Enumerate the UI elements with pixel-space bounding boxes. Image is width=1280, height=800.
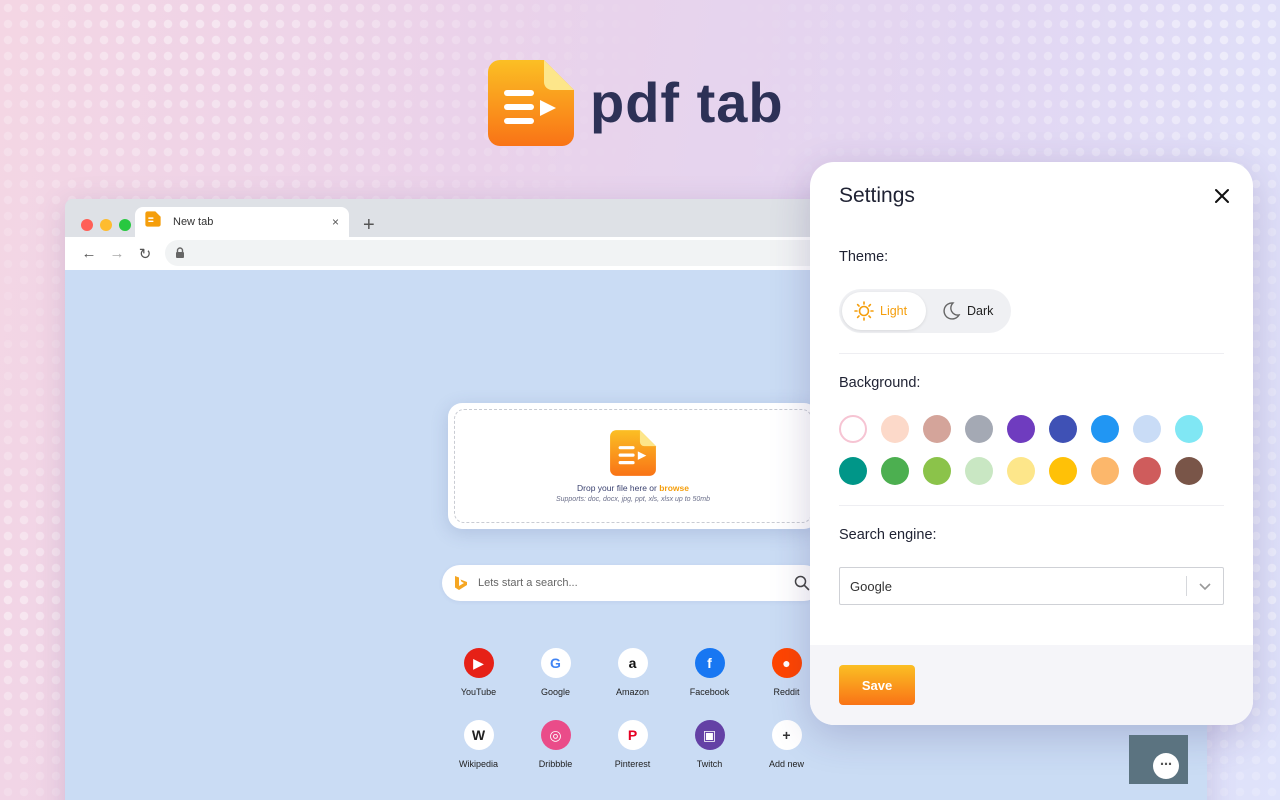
youtube-icon: ▶ xyxy=(463,648,494,678)
background-swatch[interactable] xyxy=(881,415,909,443)
theme-dark-label: Dark xyxy=(967,304,994,318)
settings-title: Settings xyxy=(839,184,915,207)
bing-icon xyxy=(455,576,467,590)
shortcut-label: YouTube xyxy=(460,687,497,697)
facebook-icon: f xyxy=(694,648,725,678)
file-dropzone[interactable]: Drop your file here or browse Supports: … xyxy=(448,403,818,529)
maximize-window-button[interactable] xyxy=(119,219,131,231)
theme-light-option[interactable]: Light xyxy=(842,292,926,330)
shortcut-tile[interactable]: + Add new xyxy=(748,720,825,769)
background-swatch[interactable] xyxy=(839,415,867,443)
close-icon[interactable] xyxy=(1212,186,1232,206)
divider xyxy=(839,505,1224,506)
tab-title: New tab xyxy=(173,216,214,228)
browser-tab[interactable]: New tab × xyxy=(135,207,349,237)
chat-widget[interactable]: ⋯ xyxy=(1129,735,1188,784)
settings-footer: Save xyxy=(810,645,1253,725)
shortcut-label: Amazon xyxy=(615,687,650,697)
search-engine-value: Google xyxy=(850,578,892,594)
shortcut-label: Pinterest xyxy=(614,759,651,769)
minimize-window-button[interactable] xyxy=(100,219,112,231)
plus-icon: + xyxy=(771,720,802,750)
brand-header: pdf tab xyxy=(486,58,784,148)
background-swatch[interactable] xyxy=(839,457,867,485)
background-swatch[interactable] xyxy=(923,457,951,485)
pdf-tab-favicon-icon xyxy=(145,211,161,227)
dropzone-prompt: Drop your file here or browse xyxy=(577,483,689,493)
brand-name: pdf tab xyxy=(590,71,784,134)
search-engine-label: Search engine: xyxy=(839,527,937,543)
dropzone-inner: Drop your file here or browse Supports: … xyxy=(454,409,812,523)
shortcut-tile[interactable]: ◎ Dribbble xyxy=(517,720,594,769)
background-swatch[interactable] xyxy=(923,415,951,443)
pdf-tab-logo-icon xyxy=(610,430,656,476)
background-swatch[interactable] xyxy=(1091,457,1119,485)
back-arrow-icon[interactable]: ← xyxy=(79,245,99,262)
shortcut-tile[interactable]: W Wikipedia xyxy=(440,720,517,769)
theme-toggle: Light Dark xyxy=(839,289,1011,333)
settings-panel: Settings Theme: Light Dark Background: S… xyxy=(810,162,1253,725)
background-swatch[interactable] xyxy=(1175,415,1203,443)
tab-close-icon[interactable]: × xyxy=(332,215,339,229)
shortcut-grid: ▶ YouTube G Google a Amazon f Facebook ● Reddit W W… xyxy=(440,648,825,769)
search-icon[interactable] xyxy=(794,575,810,591)
shortcut-label: Add new xyxy=(768,759,805,769)
background-swatch[interactable] xyxy=(1091,415,1119,443)
search-input[interactable] xyxy=(478,577,794,589)
theme-dark-option[interactable]: Dark xyxy=(941,292,1009,330)
shortcut-label: Google xyxy=(540,687,571,697)
sun-icon xyxy=(854,301,874,321)
background-swatch[interactable] xyxy=(1175,457,1203,485)
shortcut-tile[interactable]: f Facebook xyxy=(671,648,748,697)
dropzone-prompt-text: Drop your file here or xyxy=(577,483,660,493)
shortcut-label: Facebook xyxy=(689,687,730,697)
browse-link[interactable]: browse xyxy=(659,483,689,493)
twitch-icon: ▣ xyxy=(694,720,725,750)
background-swatch[interactable] xyxy=(965,415,993,443)
wikipedia-icon: W xyxy=(463,720,494,750)
shortcut-tile[interactable]: ▶ YouTube xyxy=(440,648,517,697)
chevron-down-icon[interactable] xyxy=(1187,581,1223,591)
amazon-icon: a xyxy=(617,648,648,678)
dribbble-icon: ◎ xyxy=(540,720,571,750)
background-swatch[interactable] xyxy=(965,457,993,485)
pdf-tab-logo-icon xyxy=(488,60,574,146)
shortcut-tile[interactable]: a Amazon xyxy=(594,648,671,697)
save-button[interactable]: Save xyxy=(839,665,915,705)
background-swatch[interactable] xyxy=(1049,457,1077,485)
dropzone-supports: Supports: doc, docx, jpg, ppt, xls, xlsx… xyxy=(555,496,711,503)
search-bar xyxy=(442,565,822,601)
google-icon: G xyxy=(540,648,571,678)
background-swatch[interactable] xyxy=(1133,457,1161,485)
chat-bubble-icon[interactable]: ⋯ xyxy=(1153,753,1179,779)
pinterest-icon: P xyxy=(617,720,648,750)
background-swatch[interactable] xyxy=(1007,415,1035,443)
lock-icon xyxy=(176,247,184,258)
search-engine-select[interactable]: Google xyxy=(839,567,1224,605)
shortcut-label: Dribbble xyxy=(538,759,573,769)
window-controls xyxy=(81,219,131,231)
forward-arrow-icon[interactable]: → xyxy=(107,245,127,262)
shortcut-tile[interactable]: P Pinterest xyxy=(594,720,671,769)
shortcut-label: Twitch xyxy=(696,759,723,769)
background-swatch[interactable] xyxy=(1049,415,1077,443)
new-tab-button[interactable]: + xyxy=(363,215,375,235)
background-swatch[interactable] xyxy=(1133,415,1161,443)
shortcut-label: Reddit xyxy=(773,687,800,697)
reload-icon[interactable]: ↻ xyxy=(135,245,155,263)
shortcut-tile[interactable]: G Google xyxy=(517,648,594,697)
background-label: Background: xyxy=(839,375,921,391)
theme-label: Theme: xyxy=(839,249,889,265)
reddit-icon: ● xyxy=(771,648,802,678)
theme-light-label: Light xyxy=(880,304,908,318)
background-swatch[interactable] xyxy=(881,457,909,485)
shortcut-label: Wikipedia xyxy=(458,759,498,769)
divider xyxy=(839,353,1224,354)
close-window-button[interactable] xyxy=(81,219,93,231)
background-swatch[interactable] xyxy=(1007,457,1035,485)
moon-icon xyxy=(943,302,961,320)
shortcut-tile[interactable]: ▣ Twitch xyxy=(671,720,748,769)
